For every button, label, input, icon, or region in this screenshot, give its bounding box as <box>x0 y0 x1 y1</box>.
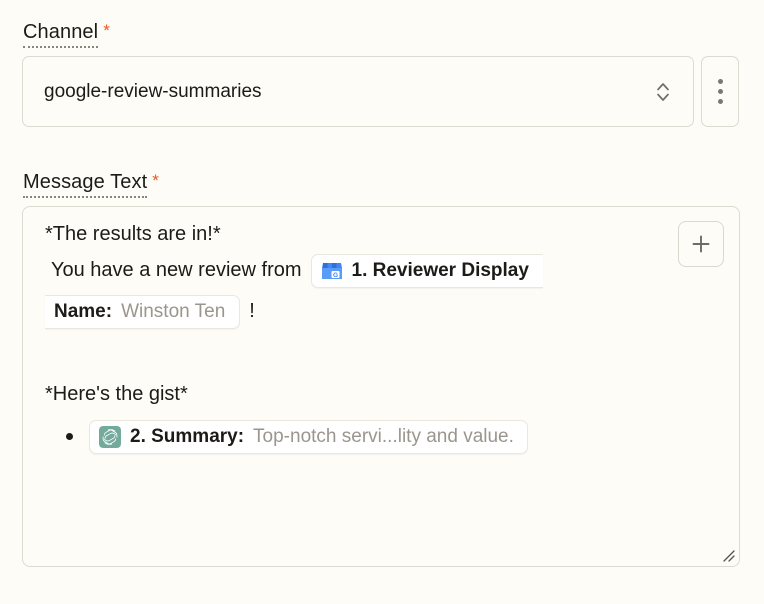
channel-label-text: Channel <box>23 21 99 48</box>
blank-line-spacer <box>45 329 725 381</box>
message-text-editor[interactable]: *The results are in!* You have a new rev… <box>22 206 740 567</box>
token-value-reviewer-name: Winston Ten <box>121 301 226 323</box>
chevron-up-down-icon <box>655 78 671 106</box>
message-line-reviewer-value: Name: Winston Ten ! <box>45 294 725 329</box>
message-text-required-asterisk: * <box>152 171 159 190</box>
channel-select[interactable]: google-review-summaries <box>22 56 694 127</box>
message-text-label-text: Message Text <box>23 171 148 198</box>
plus-icon <box>690 233 712 255</box>
message-content: *The results are in!* You have a new rev… <box>45 221 725 454</box>
review-from-text: You have a new review from <box>51 259 302 282</box>
message-line-gist-heading: *Here's the gist* <box>45 382 188 405</box>
bullet-point-icon <box>66 433 73 441</box>
openai-icon <box>99 425 121 448</box>
message-line-summary: 2. Summary: Top-notch servi...lity and v… <box>45 419 725 454</box>
message-text-field-label: Message Text * <box>23 171 159 198</box>
variable-token-summary[interactable]: 2. Summary: Top-notch servi...lity and v… <box>89 419 528 454</box>
kebab-menu-icon-dot2 <box>717 89 723 94</box>
resize-grip-icon[interactable] <box>720 547 736 563</box>
kebab-menu-icon <box>717 79 723 84</box>
svg-text:G: G <box>332 272 337 279</box>
message-line-review-from: You have a new review from G 1. Reviewer… <box>45 253 725 288</box>
variable-token-reviewer-name-part2[interactable]: Name: Winston Ten <box>45 294 241 329</box>
channel-selected-value: google-review-summaries <box>44 80 262 102</box>
variable-token-reviewer-name-part1[interactable]: G 1. Reviewer Display <box>310 253 543 288</box>
kebab-menu-icon-dot3 <box>717 99 723 104</box>
channel-field-label: Channel * <box>23 21 110 48</box>
token-label-reviewer-head: 1. Reviewer Display <box>351 260 529 282</box>
exclamation-text: ! <box>249 300 255 323</box>
token-label-reviewer-tail: Name: <box>54 301 113 323</box>
form-panel: Channel * google-review-summaries Message… <box>0 0 764 604</box>
token-label-summary: 2. Summary: <box>130 425 245 447</box>
kebab-menu-button[interactable] <box>701 56 739 127</box>
channel-required-asterisk: * <box>103 21 110 40</box>
google-business-profile-icon: G <box>320 259 343 282</box>
token-value-summary: Top-notch servi...lity and value. <box>253 425 514 447</box>
add-variable-button[interactable] <box>678 221 724 267</box>
message-line-headline: *The results are in!* <box>45 223 221 245</box>
